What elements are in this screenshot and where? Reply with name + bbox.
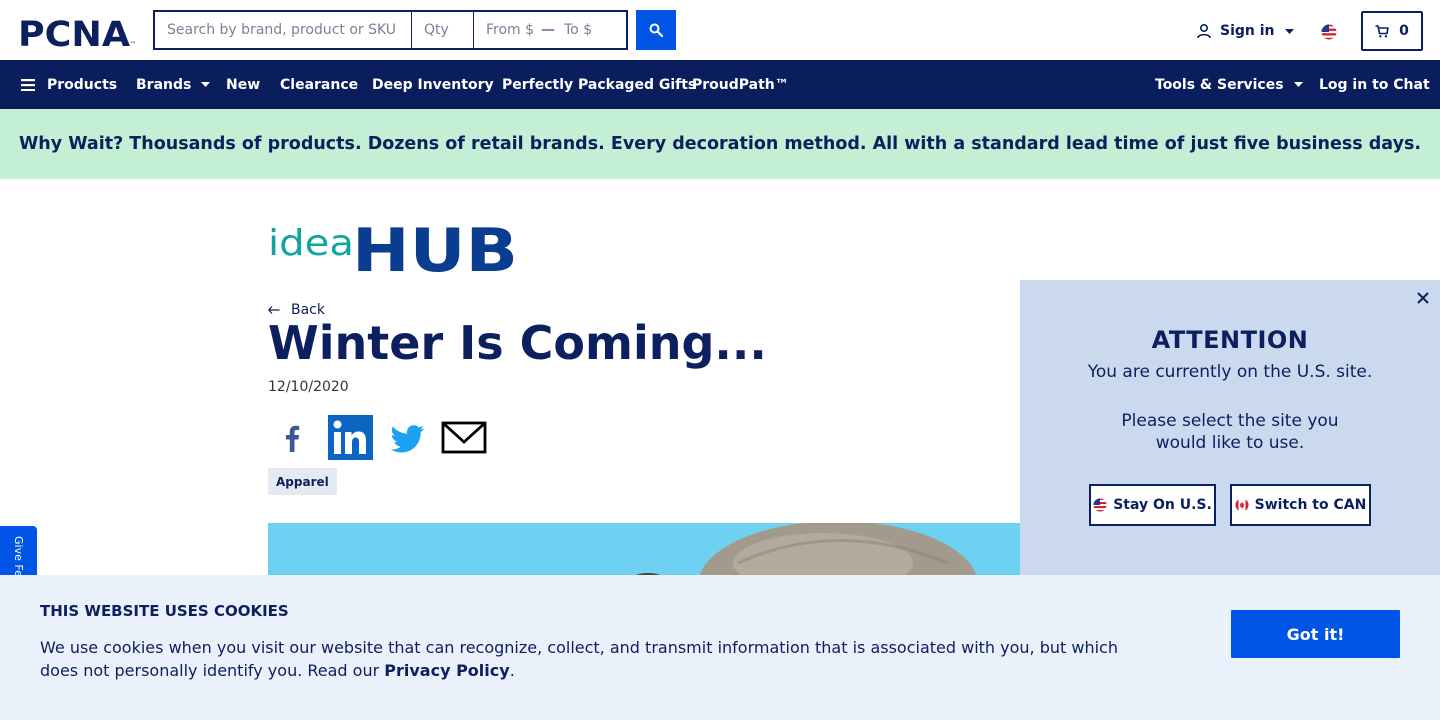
chevron-down-icon	[1284, 28, 1294, 34]
cart-count: 0	[1399, 23, 1409, 39]
nav-clearance[interactable]: Clearance	[280, 60, 358, 109]
nav-brands-label: Brands	[136, 76, 192, 93]
nav-proudpath-label: ProudPath™	[692, 76, 789, 93]
email-icon[interactable]	[440, 414, 488, 462]
search-input[interactable]: Search by brand, product or SKU	[155, 12, 412, 48]
us-flag-icon[interactable]	[1321, 24, 1337, 40]
site-selector-panel: ATTENTION You are currently on the U.S. …	[1020, 280, 1440, 580]
attention-prompt-line-2: would like to use.	[1155, 433, 1305, 453]
nav-tools-services[interactable]: Tools & Services	[1155, 60, 1303, 109]
cookie-text: We use cookies when you visit our websit…	[40, 636, 1130, 682]
price-to-input[interactable]: To $	[560, 12, 626, 48]
linkedin-icon[interactable]	[326, 414, 374, 462]
nav-clearance-label: Clearance	[280, 76, 359, 93]
arrow-left-icon	[268, 306, 280, 314]
stay-on-us-button[interactable]: Stay On U.S.	[1089, 484, 1216, 526]
price-from-input[interactable]: From $	[474, 12, 536, 48]
nav-new-label: New	[226, 76, 261, 93]
category-tag[interactable]: Apparel	[268, 468, 337, 495]
search-icon	[649, 23, 663, 37]
nav-deep-inventory[interactable]: Deep Inventory	[372, 60, 494, 109]
us-flag-icon	[1093, 498, 1107, 512]
nav-login-chat[interactable]: Log in to Chat	[1319, 60, 1430, 109]
site-header: PCNA ™ Search by brand, product or SKU Q…	[0, 0, 1440, 60]
nav-products[interactable]: Products	[21, 60, 117, 109]
ideahub-logo-light: idea	[268, 223, 354, 264]
attention-title: ATTENTION	[1151, 326, 1309, 354]
article-hero-image	[268, 523, 1020, 583]
nav-tools-label: Tools & Services	[1155, 76, 1284, 93]
attention-current-site: You are currently on the U.S. site.	[1087, 362, 1373, 382]
sign-in-menu[interactable]: Sign in	[1196, 21, 1302, 41]
got-it-button[interactable]: Got it!	[1231, 610, 1400, 658]
promo-banner: Why Wait? Thousands of products. Dozens …	[0, 109, 1440, 179]
menu-icon	[21, 78, 35, 91]
search-bar: Search by brand, product or SKU Qty From…	[153, 10, 628, 50]
facebook-icon[interactable]	[268, 414, 316, 462]
stay-on-us-label: Stay On U.S.	[1113, 497, 1212, 513]
chevron-down-icon	[201, 82, 211, 87]
nav-proudpath[interactable]: ProudPath™	[692, 60, 789, 109]
nav-gifts-label: Perfectly Packaged Gifts	[502, 76, 697, 93]
nav-deep-inventory-label: Deep Inventory	[372, 76, 494, 93]
category-tag-label: Apparel	[276, 474, 329, 489]
pcna-logo-text: PCNA	[18, 16, 130, 48]
twitter-icon[interactable]	[383, 414, 431, 462]
chevron-down-icon	[1293, 82, 1303, 87]
canada-flag-icon	[1235, 498, 1249, 512]
promo-banner-text: Why Wait? Thousands of products. Dozens …	[18, 134, 1422, 154]
cookie-text-body: We use cookies when you visit our websit…	[40, 638, 1118, 680]
nav-brands[interactable]: Brands	[136, 60, 211, 109]
nav-new[interactable]: New	[226, 60, 260, 109]
close-icon[interactable]	[1415, 290, 1431, 306]
price-range-separator: —	[541, 22, 555, 38]
attention-prompt-line-1: Please select the site you	[1121, 411, 1339, 431]
sign-in-label: Sign in	[1220, 23, 1275, 39]
nav-chat-label: Log in to Chat	[1319, 76, 1430, 93]
ideahub-logo: idea HUB	[268, 216, 518, 274]
cookie-text-end: .	[509, 661, 515, 680]
article-date: 12/10/2020	[268, 379, 349, 395]
switch-to-can-label: Switch to CAN	[1254, 497, 1367, 513]
nav-products-label: Products	[47, 76, 118, 93]
search-button[interactable]	[636, 10, 676, 50]
cookie-title: THIS WEBSITE USES COOKIES	[40, 602, 289, 620]
nav-perfectly-packaged-gifts[interactable]: Perfectly Packaged Gifts	[502, 60, 696, 109]
qty-input[interactable]: Qty	[412, 12, 474, 48]
cart-icon	[1375, 24, 1389, 37]
svg-text:™: ™	[130, 41, 136, 48]
user-icon	[1197, 23, 1211, 39]
cart-button[interactable]: 0	[1361, 11, 1423, 51]
pcna-logo[interactable]: PCNA ™	[18, 16, 138, 48]
main-nav: Products Brands New Clearance Deep Inven…	[0, 60, 1440, 109]
ideahub-logo-bold: HUB	[352, 216, 518, 274]
switch-to-can-button[interactable]: Switch to CAN	[1230, 484, 1371, 526]
cookie-banner: THIS WEBSITE USES COOKIES We use cookies…	[0, 575, 1440, 720]
privacy-policy-link[interactable]: Privacy Policy	[384, 661, 509, 680]
article-title: Winter Is Coming...	[268, 316, 767, 370]
